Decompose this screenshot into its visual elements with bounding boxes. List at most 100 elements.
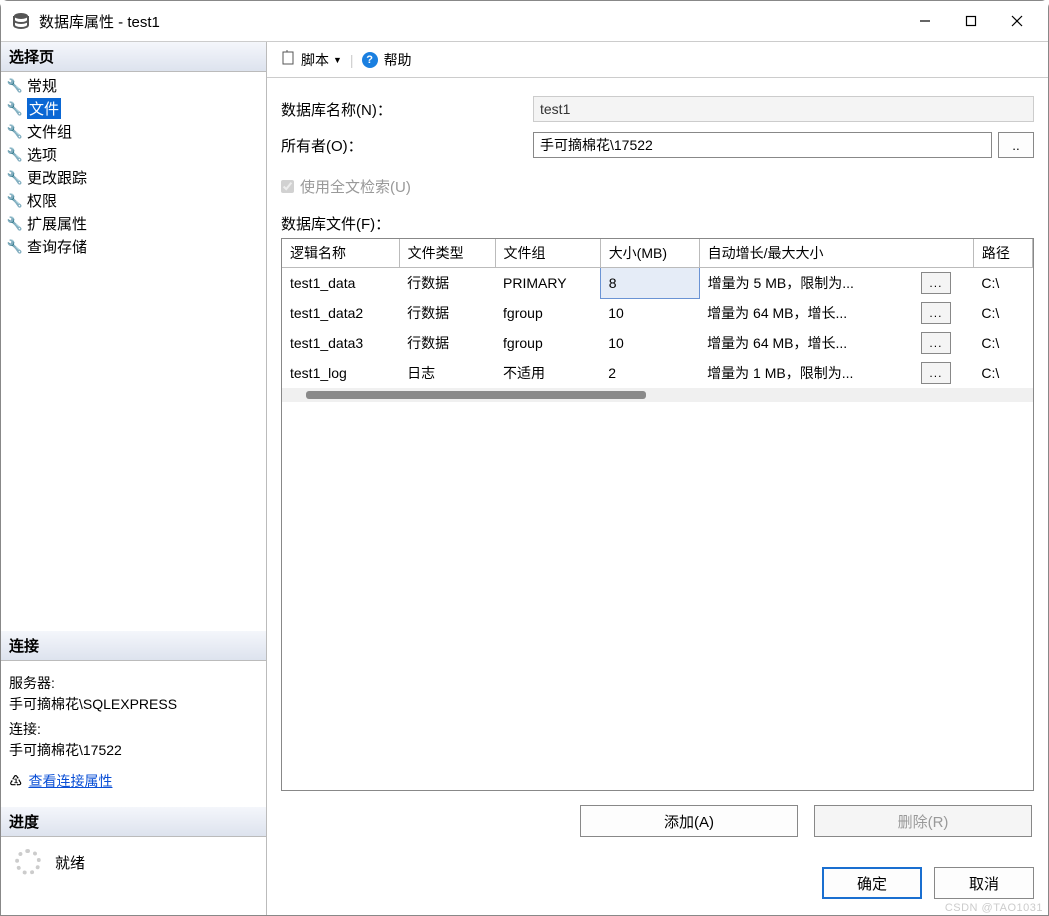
db-name-label: 数据库名称(N)： (281, 99, 533, 120)
titlebar: 数据库属性 - test1 (1, 1, 1048, 41)
cell-size[interactable]: 8 (600, 268, 699, 299)
cell-size[interactable]: 2 (600, 358, 699, 388)
owner-label: 所有者(O)： (281, 135, 533, 156)
col-path[interactable]: 路径 (973, 239, 1032, 268)
minimize-button[interactable] (902, 5, 948, 37)
wrench-icon: 🔧 (7, 124, 23, 140)
connection-link-icon: ♳ (9, 771, 22, 794)
cell-type[interactable]: 行数据 (399, 268, 495, 299)
nav-item-label: 文件组 (27, 121, 72, 142)
wrench-icon: 🔧 (7, 147, 23, 163)
owner-browse-button[interactable]: .. (998, 132, 1034, 158)
right-panel: 脚本 ▼ | ? 帮助 数据库名称(N)： 所有者(O)： .. 使用全文检索(… (267, 42, 1048, 915)
script-dropdown[interactable]: 脚本 ▼ (277, 48, 346, 72)
horizontal-scrollbar[interactable] (282, 388, 1033, 402)
col-file-type[interactable]: 文件类型 (399, 239, 495, 268)
db-name-input (533, 96, 1034, 122)
toolbar: 脚本 ▼ | ? 帮助 (267, 42, 1048, 78)
cell-group[interactable]: fgroup (495, 298, 600, 328)
server-label: 服务器: (9, 673, 258, 694)
progress-spinner-icon (15, 849, 41, 875)
progress-status: 就绪 (55, 852, 85, 873)
cell-btn[interactable]: ... (913, 298, 973, 328)
col-size[interactable]: 大小(MB) (600, 239, 699, 268)
script-icon (281, 50, 297, 69)
wrench-icon: 🔧 (7, 170, 23, 186)
cell-name[interactable]: test1_data2 (282, 298, 399, 328)
wrench-icon: 🔧 (7, 193, 23, 209)
cell-size[interactable]: 10 (600, 328, 699, 358)
cancel-button[interactable]: 取消 (934, 867, 1034, 899)
select-pages-header: 选择页 (1, 42, 266, 72)
cell-type[interactable]: 行数据 (399, 328, 495, 358)
maximize-button[interactable] (948, 5, 994, 37)
cell-path[interactable]: C:\ (973, 328, 1032, 358)
col-autogrowth[interactable]: 自动增长/最大大小 (699, 239, 973, 268)
connection-header: 连接 (1, 631, 266, 661)
table-row[interactable]: test1_data3行数据fgroup10增量为 64 MB，增长......… (282, 328, 1033, 358)
cell-path[interactable]: C:\ (973, 298, 1032, 328)
cell-growth[interactable]: 增量为 64 MB，增长... (699, 298, 913, 328)
table-row[interactable]: test1_log日志不适用2增量为 1 MB，限制为...... C:\ (282, 358, 1033, 388)
nav-list: 🔧常规🔧文件🔧文件组🔧选项🔧更改跟踪🔧权限🔧扩展属性🔧查询存储 (1, 72, 266, 260)
col-filegroup[interactable]: 文件组 (495, 239, 600, 268)
cell-group[interactable]: 不适用 (495, 358, 600, 388)
cell-btn[interactable]: ... (913, 328, 973, 358)
nav-item[interactable]: 🔧权限 (1, 189, 266, 212)
wrench-icon: 🔧 (7, 216, 23, 232)
nav-item[interactable]: 🔧选项 (1, 143, 266, 166)
script-label: 脚本 (301, 50, 329, 70)
owner-input[interactable] (533, 132, 992, 158)
view-connection-properties-link[interactable]: 查看连接属性 (28, 771, 112, 792)
nav-item[interactable]: 🔧文件组 (1, 120, 266, 143)
nav-item[interactable]: 🔧查询存储 (1, 235, 266, 258)
cell-type[interactable]: 行数据 (399, 298, 495, 328)
cell-path[interactable]: C:\ (973, 268, 1032, 299)
nav-item[interactable]: 🔧常规 (1, 74, 266, 97)
nav-item-label: 文件 (27, 98, 61, 119)
remove-button: 删除(R) (814, 805, 1032, 837)
cell-btn[interactable]: ... (913, 268, 973, 299)
help-button[interactable]: ? 帮助 (358, 48, 416, 72)
nav-item-label: 查询存储 (27, 236, 87, 257)
cell-group[interactable]: fgroup (495, 328, 600, 358)
watermark: CSDN @TAO1031 (945, 902, 1043, 914)
cell-size[interactable]: 10 (600, 298, 699, 328)
left-panel: 选择页 🔧常规🔧文件🔧文件组🔧选项🔧更改跟踪🔧权限🔧扩展属性🔧查询存储 连接 服… (1, 42, 267, 915)
table-row[interactable]: test1_data行数据PRIMARY8增量为 5 MB，限制为...... C… (282, 268, 1033, 299)
autogrowth-edit-button[interactable]: ... (921, 362, 951, 384)
cell-growth[interactable]: 增量为 1 MB，限制为... (699, 358, 913, 388)
help-label: 帮助 (384, 50, 412, 70)
wrench-icon: 🔧 (7, 239, 23, 255)
chevron-down-icon: ▼ (333, 55, 342, 65)
cell-path[interactable]: C:\ (973, 358, 1032, 388)
col-logical-name[interactable]: 逻辑名称 (282, 239, 399, 268)
cell-btn[interactable]: ... (913, 358, 973, 388)
connection-body: 服务器: 手可摘棉花\SQLEXPRESS 连接: 手可摘棉花\17522 ♳ … (1, 661, 266, 808)
cell-type[interactable]: 日志 (399, 358, 495, 388)
connection-label: 连接: (9, 719, 258, 740)
files-grid[interactable]: 逻辑名称 文件类型 文件组 大小(MB) 自动增长/最大大小 路径 test1_… (281, 238, 1034, 791)
nav-item[interactable]: 🔧扩展属性 (1, 212, 266, 235)
ok-button[interactable]: 确定 (822, 867, 922, 899)
cell-growth[interactable]: 增量为 5 MB，限制为... (699, 268, 913, 299)
nav-item-label: 扩展属性 (27, 213, 87, 234)
cell-growth[interactable]: 增量为 64 MB，增长... (699, 328, 913, 358)
close-button[interactable] (994, 5, 1040, 37)
add-button[interactable]: 添加(A) (580, 805, 798, 837)
nav-item[interactable]: 🔧文件 (1, 97, 266, 120)
table-row[interactable]: test1_data2行数据fgroup10增量为 64 MB，增长......… (282, 298, 1033, 328)
window-title: 数据库属性 - test1 (39, 11, 902, 32)
nav-item-label: 常规 (27, 75, 57, 96)
autogrowth-edit-button[interactable]: ... (921, 272, 951, 294)
cell-name[interactable]: test1_data3 (282, 328, 399, 358)
cell-group[interactable]: PRIMARY (495, 268, 600, 299)
nav-item-label: 更改跟踪 (27, 167, 87, 188)
database-icon (11, 11, 31, 31)
nav-item-label: 权限 (27, 190, 57, 211)
autogrowth-edit-button[interactable]: ... (921, 302, 951, 324)
cell-name[interactable]: test1_data (282, 268, 399, 299)
autogrowth-edit-button[interactable]: ... (921, 332, 951, 354)
nav-item[interactable]: 🔧更改跟踪 (1, 166, 266, 189)
cell-name[interactable]: test1_log (282, 358, 399, 388)
